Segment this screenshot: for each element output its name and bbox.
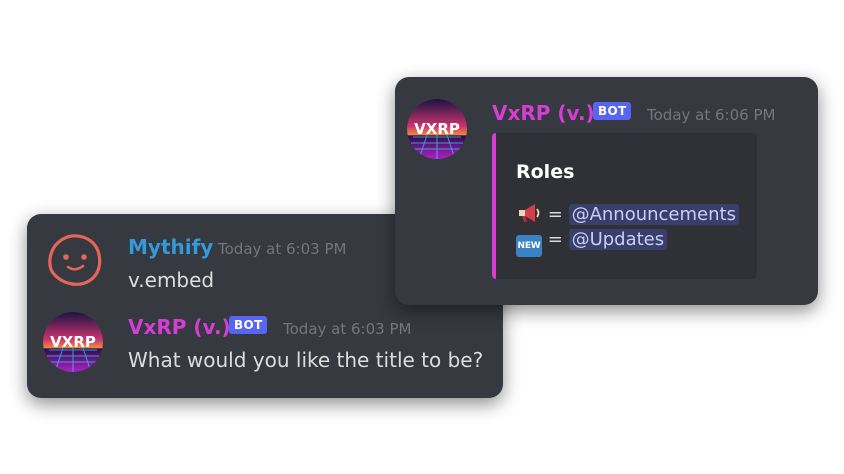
vxrp-logo-avatar-icon[interactable]: VXRP [43,312,103,372]
message-timestamp: Today at 6:03 PM [283,320,412,338]
svg-text:VXRP: VXRP [50,333,96,351]
message-timestamp: Today at 6:03 PM [218,240,347,258]
role-mention-announcements[interactable]: @Announcements [568,204,739,225]
vxrp-logo-avatar-icon[interactable]: VXRP [407,99,467,159]
bot-author-name[interactable]: VxRP (v.) [492,101,595,125]
message-text: What would you like the title to be? [128,348,484,372]
bot-badge: BOT [593,102,632,120]
embed-accent-bar [492,133,496,279]
new-button-emoji-icon: NEW [516,235,542,257]
svg-text:VXRP: VXRP [414,120,460,138]
message-timestamp: Today at 6:06 PM [647,106,776,124]
ghost-blob-avatar-icon[interactable] [43,229,103,289]
embed-title: Roles [516,161,575,183]
role-entry: = @Announcements [516,202,739,229]
role-entry: NEW = @Updates [516,229,668,257]
bot-author-name[interactable]: VxRP (v.) [128,315,231,339]
bot-badge: BOT [229,316,268,334]
message-text: v.embed [128,268,215,292]
role-mention-updates[interactable]: @Updates [568,229,668,250]
megaphone-emoji-icon [516,202,542,229]
roles-embed: Roles = @Announcements NEW = @Updates [492,133,757,279]
embed-message-card: VXRP VxRP (v.) BOT Today at 6:06 PM Role… [395,77,818,305]
role-separator: = [547,229,563,250]
role-separator: = [547,204,563,225]
author-name[interactable]: Mythify [128,235,213,259]
